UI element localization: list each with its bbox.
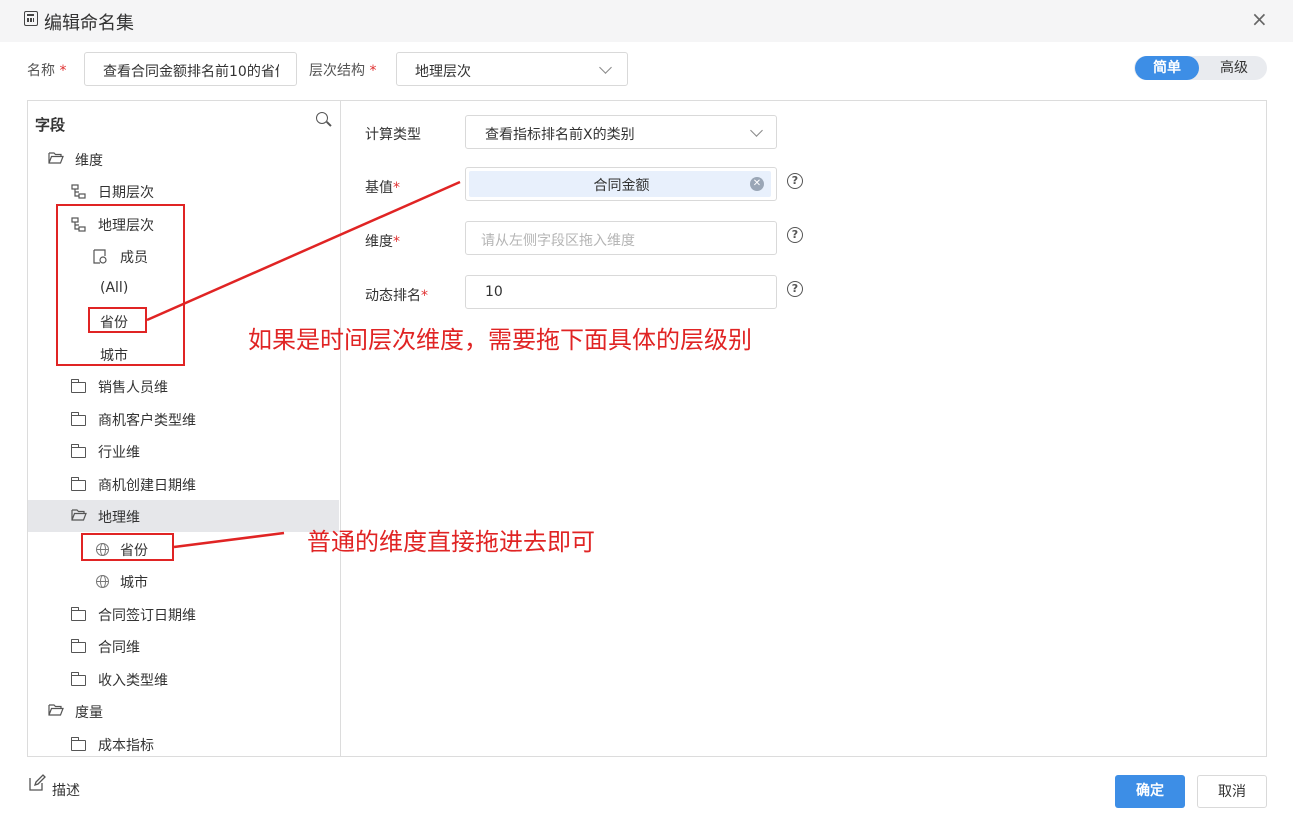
annotation-line-hierarchy — [146, 180, 461, 322]
ok-button[interactable]: 确定 — [1115, 775, 1185, 808]
description-label: 描述 — [52, 783, 80, 799]
annotation-lines — [146, 180, 461, 549]
annotation-line-dimension — [173, 531, 285, 549]
annotation-time-hierarchy-note: 如果是时间层次维度，需要拖下面具体的层级别 — [248, 326, 752, 354]
cancel-button[interactable]: 取消 — [1197, 775, 1267, 808]
edit-icon — [29, 774, 46, 791]
annotation-plain-dimension-note: 普通的维度直接拖进去即可 — [307, 528, 595, 556]
